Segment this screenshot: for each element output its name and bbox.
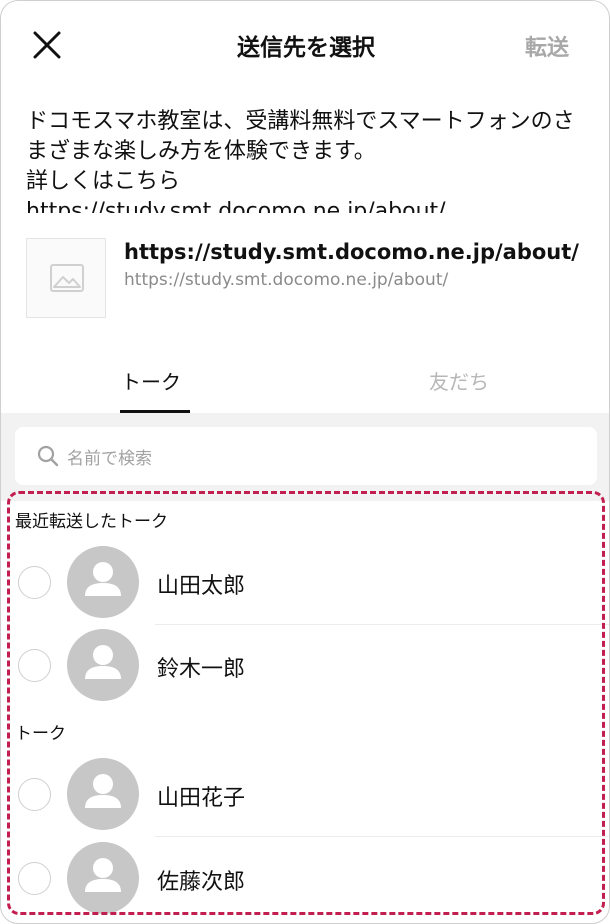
section-header-recent: 最近転送したトーク	[15, 512, 168, 532]
person-icon	[85, 645, 121, 679]
image-placeholder-icon	[50, 264, 84, 292]
list-item[interactable]: 山田太郎	[1, 541, 609, 625]
avatar	[67, 546, 139, 618]
contact-name: 鈴木一郎	[157, 657, 246, 682]
header: 送信先を選択 転送	[1, 1, 609, 89]
page-title: 送信先を選択	[237, 35, 375, 61]
screen: 送信先を選択 転送 ドコモスマホ教室は、受講料無料でスマートフォンのさまざまな楽…	[0, 0, 610, 924]
link-preview[interactable]: https://study.smt.docomo.ne.jp/about/ ht…	[26, 238, 596, 320]
search-input[interactable]: 名前で検索	[15, 427, 597, 485]
section-header-talk: トーク	[15, 724, 66, 744]
message-text: ドコモスマホ教室は、受講料無料でスマートフォンのさまざまな楽しみ方を体験できます…	[26, 109, 575, 213]
tab-friends[interactable]: 友だち	[429, 366, 489, 395]
link-preview-url: https://study.smt.docomo.ne.jp/about/	[124, 270, 449, 290]
select-radio[interactable]	[18, 566, 51, 599]
person-icon	[85, 562, 121, 596]
tab-talk[interactable]: トーク	[121, 366, 181, 395]
contact-name: 山田太郎	[157, 574, 246, 599]
tab-bar: トーク 友だち	[1, 347, 609, 413]
search-icon	[37, 445, 59, 467]
list-item[interactable]: 山田花子	[1, 753, 609, 837]
select-radio[interactable]	[18, 862, 51, 895]
search-placeholder: 名前で検索	[67, 449, 152, 469]
contact-name: 佐藤次郎	[157, 870, 246, 895]
list-item[interactable]: 鈴木一郎	[1, 624, 609, 708]
select-radio[interactable]	[18, 778, 51, 811]
link-thumbnail	[26, 238, 106, 318]
contact-name: 山田花子	[157, 786, 246, 811]
forward-button[interactable]: 転送	[525, 30, 569, 62]
link-preview-title: https://study.smt.docomo.ne.jp/about/	[124, 240, 579, 264]
avatar	[67, 629, 139, 701]
person-icon	[85, 774, 121, 808]
recipient-list: 最近転送したトーク 山田太郎 鈴木一郎 トーク 山田花子 佐藤次郎	[1, 491, 609, 921]
avatar	[67, 842, 139, 914]
avatar	[67, 758, 139, 830]
list-item[interactable]: 佐藤次郎	[1, 837, 609, 921]
person-icon	[85, 858, 121, 892]
select-radio[interactable]	[18, 649, 51, 682]
